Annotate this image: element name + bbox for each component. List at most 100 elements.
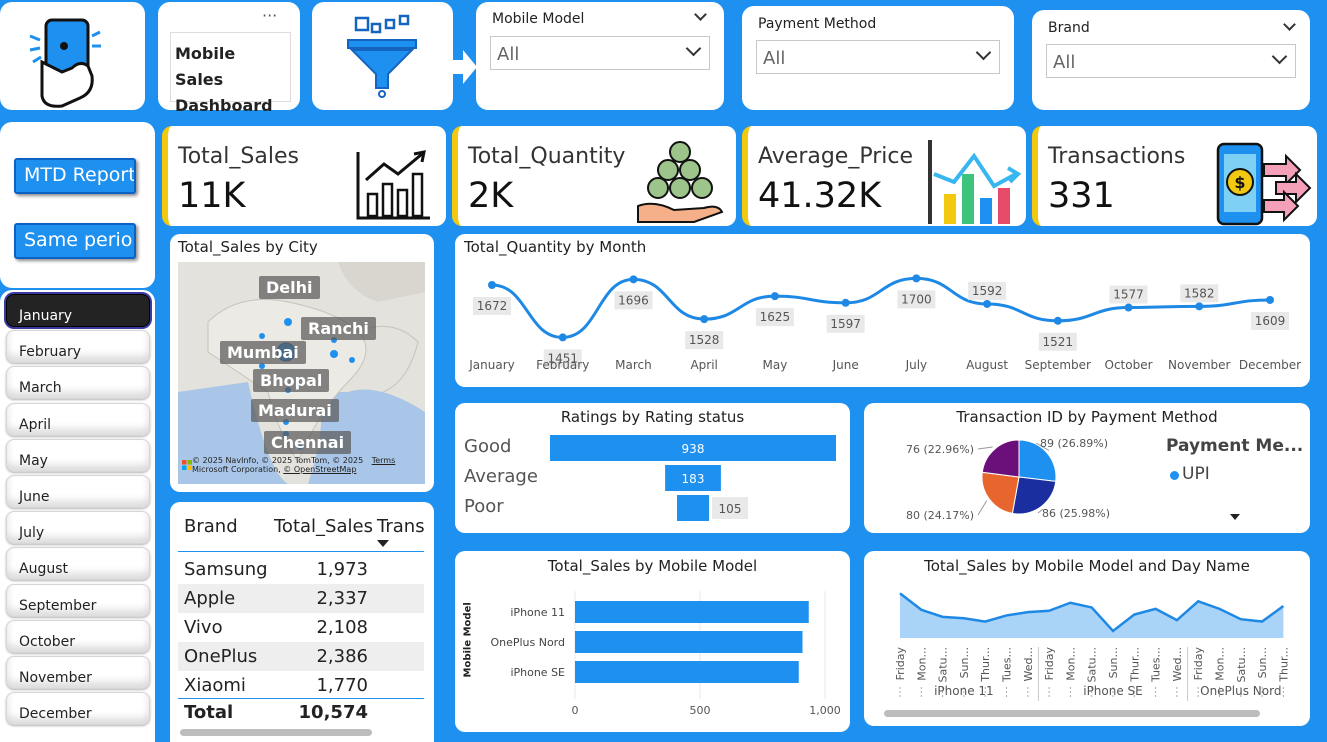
line-point[interactable] (1195, 302, 1204, 311)
line-point[interactable] (488, 281, 496, 290)
x-tick-label: Thur... (1128, 647, 1141, 683)
model-bar[interactable] (575, 601, 809, 623)
title-card: ··· Mobile Sales Dashboard (158, 2, 300, 115)
y-tick-label: OnePlus Nord (490, 636, 565, 649)
table-row[interactable]: Xiaomi 1,770 (178, 671, 424, 700)
line-point[interactable] (558, 333, 567, 342)
month-option-may[interactable]: May (6, 438, 150, 472)
x-tick-label: Satu... (937, 647, 950, 683)
line-point[interactable] (700, 315, 709, 324)
bar-trend-icon (928, 140, 1022, 224)
month-option-april[interactable]: April (6, 402, 150, 436)
month-option-november[interactable]: November (6, 656, 150, 689)
col-header-brand[interactable]: Brand (184, 516, 238, 537)
slice-label: 89 (26.89%) (1040, 437, 1108, 450)
mobile-payment-icon: $ (1216, 142, 1312, 226)
kpi-value: 11K (178, 176, 246, 216)
month-option-june[interactable]: June (6, 475, 150, 508)
x-tick-label: Satu... (1235, 647, 1248, 683)
osm-link[interactable]: © OpenStreetMap (283, 465, 356, 474)
x-tick-label: 500 (690, 704, 711, 717)
slicer-title: Mobile Model (492, 11, 585, 27)
map-title: Total_Sales by City (178, 238, 318, 256)
month-option-march[interactable]: March (6, 366, 150, 400)
x-tick-label: Sun... (1256, 647, 1269, 678)
dropdown-value: All (1053, 52, 1076, 73)
quantity-line-chart[interactable]: 1672January 1451February1696March1528Apri… (455, 234, 1310, 387)
x-tick-label: January (468, 358, 515, 372)
model-bar[interactable] (575, 661, 799, 683)
table-row[interactable]: Apple 2,337 (178, 584, 424, 613)
legend-item-upi[interactable]: UPI (1182, 464, 1210, 484)
table-row[interactable]: OnePlus 2,386 (178, 642, 424, 671)
map-terms-link[interactable]: Terms (372, 456, 396, 465)
brand-table-card: Brand Total_Sales Transa Samsung 1,973 App… (170, 502, 434, 742)
col-header-transactions[interactable]: Transa (377, 516, 424, 537)
data-label: 1521 (1043, 335, 1074, 349)
funnel-icon (347, 14, 417, 98)
line-point[interactable] (983, 299, 992, 308)
data-label: 1700 (901, 292, 932, 306)
city-label-madurai: Madurai (251, 399, 339, 422)
mobile-model-slicer: Mobile Model All (476, 2, 724, 110)
line-point[interactable] (1266, 295, 1274, 304)
same-period-button[interactable]: Same perio... (14, 223, 136, 259)
map-attribution: © 2025 NavInfo, © 2025 TomTom, © 2025 Te… (192, 456, 395, 474)
chevron-down-icon (1271, 48, 1288, 65)
brand-dropdown[interactable]: All (1046, 44, 1296, 78)
x-tick-label: July (905, 358, 928, 372)
leader-line (977, 446, 993, 450)
table-row[interactable]: Samsung 1,973 (178, 555, 424, 584)
category-label: Poor (464, 496, 504, 517)
month-option-september[interactable]: September (6, 583, 150, 617)
line-point[interactable] (1124, 303, 1133, 312)
slice-label: 76 (22.96%) (906, 443, 974, 456)
month-option-january[interactable]: January (6, 294, 150, 327)
payment-method-dropdown[interactable]: All (756, 40, 1000, 74)
horizontal-scrollbar[interactable] (884, 710, 1260, 717)
line-point[interactable] (912, 274, 921, 283)
pie-slice[interactable] (981, 439, 1020, 478)
table-row[interactable]: Vivo 2,108 (178, 613, 424, 642)
more-options-icon[interactable]: ··· (262, 6, 277, 25)
chevron-down-icon[interactable] (694, 8, 707, 21)
ratings-bar-chart[interactable]: Good 938 Average 183 Poor 105 (455, 403, 850, 533)
month-option-august[interactable]: August (6, 547, 150, 581)
sales-by-model-card: Total_Sales by Mobile Model Mobile Model… (455, 551, 850, 732)
sales-cell: 1,770 (316, 675, 368, 696)
data-label: 1582 (1184, 286, 1215, 300)
report-buttons-card: MTD Report Same perio... (0, 122, 155, 288)
model-bar[interactable] (575, 631, 803, 653)
mobile-model-dropdown[interactable]: All (490, 36, 710, 70)
category-label: Average (464, 466, 538, 487)
ratings-card: Ratings by Rating status Good 938 Average 1… (455, 403, 850, 533)
group-label: iPhone 11 (934, 684, 994, 698)
sales-cell: 1,973 (316, 559, 368, 580)
line-point[interactable] (770, 292, 779, 301)
line-point[interactable] (1053, 316, 1062, 325)
model-bar-chart[interactable]: 0 500 1,000 iPhone 11 OnePlus Nord iPhone SE (455, 551, 850, 732)
rating-bar[interactable] (676, 495, 710, 521)
horizontal-scrollbar[interactable] (180, 729, 372, 736)
chevron-down-icon[interactable] (1283, 18, 1296, 31)
x-tick-label: Friday (894, 647, 907, 681)
x-tick-label: 0 (572, 704, 579, 717)
line-point[interactable] (841, 298, 850, 307)
dropdown-value: All (763, 48, 786, 69)
payment-pie-chart[interactable]: 89 (26.89%) 86 (25.98%) 80 (24.17%) 76 (22.… (864, 403, 1164, 533)
kpi-label: Average_Price (758, 144, 914, 169)
kpi-value: 2K (468, 176, 514, 216)
month-option-october[interactable]: October (6, 619, 150, 653)
month-option-february[interactable]: February (6, 330, 150, 364)
pie-slice[interactable] (981, 471, 1020, 514)
month-option-july[interactable]: July (6, 511, 150, 545)
mtd-report-button[interactable]: MTD Report (14, 158, 136, 194)
line-point[interactable] (629, 275, 638, 284)
x-tick-label: April (690, 358, 717, 372)
svg-text:$: $ (1234, 173, 1245, 192)
col-header-total-sales[interactable]: Total_Sales (274, 516, 373, 537)
month-option-december[interactable]: December (6, 692, 150, 726)
map-canvas[interactable]: Delhi Ranchi Mumbai Bhopal Madurai Chenn… (178, 262, 425, 484)
day-area-chart[interactable]: Friday Mon... Satu... Sun... Thur... Tues... W… (864, 551, 1310, 726)
legend-scroll-down-icon[interactable] (1230, 514, 1240, 520)
